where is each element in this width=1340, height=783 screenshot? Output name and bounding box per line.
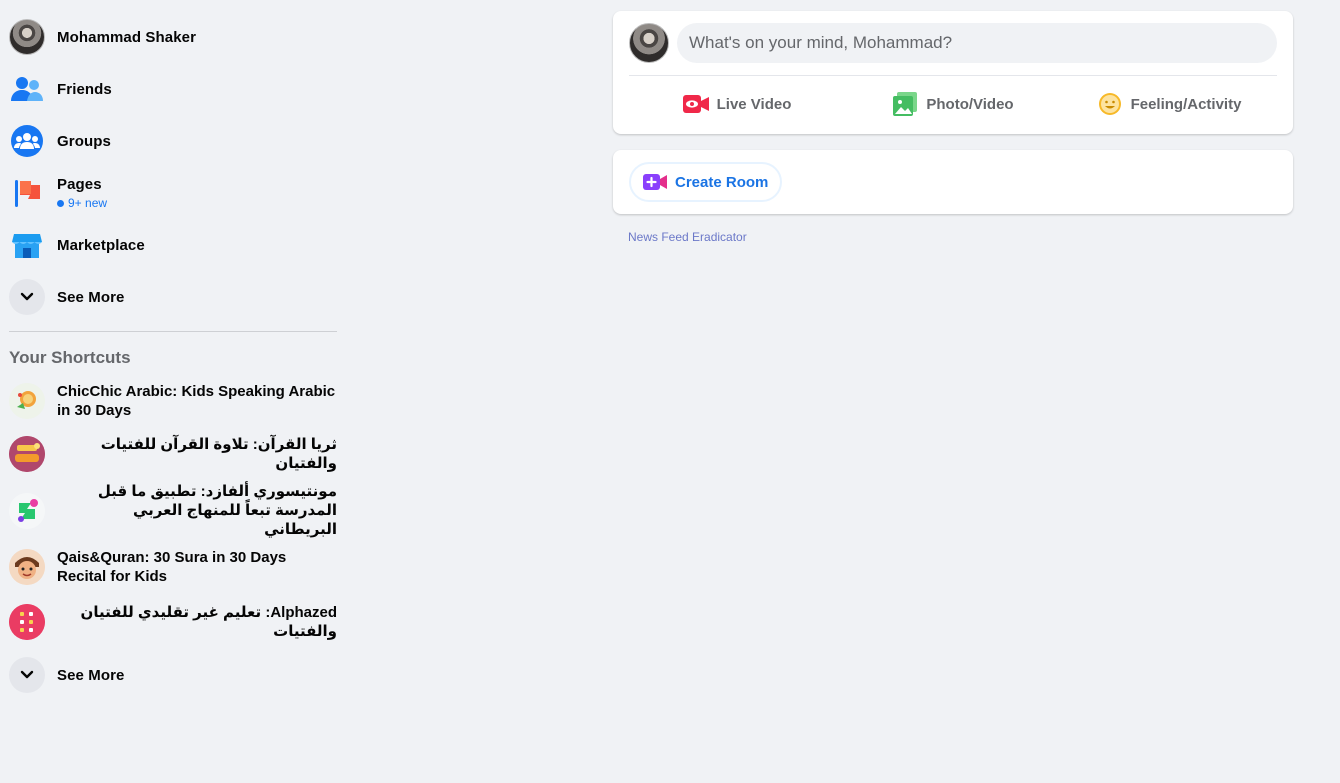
shortcut-item[interactable]: Qais&Quran: 30 Sura in 30 Days Recital f… xyxy=(9,539,337,595)
video-plus-icon xyxy=(643,172,667,192)
pages-new-badge: 9+ new xyxy=(57,196,107,210)
whats-on-your-mind-input[interactable]: What's on your mind, Mohammad? xyxy=(677,23,1277,63)
photo-video-icon xyxy=(892,92,918,116)
create-room-button[interactable]: Create Room xyxy=(629,162,783,202)
sidebar-item-pages[interactable]: Pages 9+ new xyxy=(9,167,337,219)
montessori-alphazed-logo-icon xyxy=(9,492,45,529)
sidebar-item-profile[interactable]: Mohammad Shaker xyxy=(9,11,337,63)
sidebar-item-friends[interactable]: Friends xyxy=(9,63,337,115)
news-feed-eradicator-link[interactable]: News Feed Eradicator xyxy=(628,230,1293,244)
live-video-icon xyxy=(682,92,709,116)
sidebar-item-label: Groups xyxy=(57,132,111,150)
sidebar-item-label: Pages xyxy=(57,176,102,193)
see-more-label: See More xyxy=(57,288,125,306)
divider xyxy=(9,331,337,332)
shortcut-label: ثريا القرآن: تلاوة القرآن للفتيات والفتي… xyxy=(100,436,337,472)
shortcut-item[interactable]: ثريا القرآن: تلاوة القرآن للفتيات والفتي… xyxy=(9,426,337,482)
avatar[interactable] xyxy=(629,23,669,63)
sidebar-item-marketplace[interactable]: Marketplace xyxy=(9,219,337,271)
chevron-down-icon xyxy=(9,279,45,315)
shortcut-item[interactable]: Alphazed: تعليم غير تقليدي للفتيان والفت… xyxy=(9,595,337,649)
alphazed-logo-icon xyxy=(9,604,45,640)
thurayya-quran-logo-icon xyxy=(9,436,45,472)
friends-icon xyxy=(9,71,45,107)
rooms-card: Create Room xyxy=(613,150,1293,214)
main-feed: What's on your mind, Mohammad? Live Vide… xyxy=(613,11,1293,244)
pages-icon xyxy=(9,175,45,211)
shortcut-label: ChicChic Arabic: Kids Speaking Arabic in… xyxy=(57,383,336,419)
shortcut-label: Alphazed: تعليم غير تقليدي للفتيان والفت… xyxy=(80,604,337,640)
chicchic-logo-icon xyxy=(9,383,45,419)
avatar xyxy=(9,19,45,55)
shortcut-label: Qais&Quran: 30 Sura in 30 Days Recital f… xyxy=(57,549,287,585)
divider xyxy=(629,75,1277,76)
shortcut-item[interactable]: ChicChic Arabic: Kids Speaking Arabic in… xyxy=(9,376,337,426)
left-sidebar: Mohammad Shaker Friends Groups Pages 9+ … xyxy=(0,0,345,701)
sidebar-item-label: Marketplace xyxy=(57,236,145,254)
chevron-down-icon xyxy=(9,657,45,693)
new-dot-icon xyxy=(57,199,64,207)
shortcuts-title: Your Shortcuts xyxy=(9,348,131,367)
qais-quran-logo-icon xyxy=(9,549,45,585)
marketplace-icon xyxy=(9,227,45,263)
shortcuts-see-more-button[interactable]: See More xyxy=(9,649,337,701)
sidebar-item-groups[interactable]: Groups xyxy=(9,115,337,167)
groups-icon xyxy=(9,123,45,159)
feeling-icon xyxy=(1097,92,1123,116)
photo-video-button[interactable]: Photo/Video xyxy=(845,84,1061,124)
post-composer: What's on your mind, Mohammad? Live Vide… xyxy=(613,11,1293,134)
sidebar-item-label: Friends xyxy=(57,80,112,98)
live-video-button[interactable]: Live Video xyxy=(629,84,845,124)
see-more-label: See More xyxy=(57,666,125,684)
feeling-activity-button[interactable]: Feeling/Activity xyxy=(1061,84,1277,124)
see-more-button[interactable]: See More xyxy=(9,271,337,323)
shortcut-item[interactable]: مونتيسوري ألفازد: تطبيق ما قبل المدرسة ت… xyxy=(9,482,337,539)
shortcut-label: مونتيسوري ألفازد: تطبيق ما قبل المدرسة ت… xyxy=(97,483,337,538)
profile-name: Mohammad Shaker xyxy=(57,28,197,46)
